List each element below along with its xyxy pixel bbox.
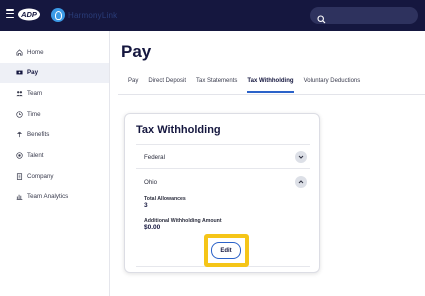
adp-logo: ADP [17, 8, 41, 21]
sidebar-item-benefits[interactable]: Benefits [0, 125, 109, 145]
total-allowances-value: 3 [144, 202, 148, 209]
clock-icon [15, 110, 24, 118]
sidebar-item-company[interactable]: Company [0, 166, 109, 186]
card-title: Tax Withholding [136, 124, 221, 136]
state-label: Ohio [144, 179, 158, 186]
brand-icon [51, 8, 65, 22]
talent-icon [15, 151, 24, 159]
sidebar-item-label: Talent [27, 151, 44, 159]
sidebar-item-team[interactable]: Team [0, 83, 109, 103]
menu-icon[interactable] [6, 9, 15, 19]
sidebar-item-label: Team [27, 89, 43, 97]
tab-voluntary-deductions[interactable]: Voluntary Deductions [304, 76, 361, 95]
edit-button[interactable]: Edit [211, 242, 241, 259]
additional-withholding-value: $0.00 [144, 224, 161, 231]
page-title: Pay [121, 42, 152, 61]
top-bar: ADP HarmonyLink [0, 0, 425, 31]
team-icon [15, 89, 24, 97]
sidebar-item-label: Team Analytics [27, 193, 69, 201]
collapse-state-button[interactable] [295, 176, 307, 188]
chevron-up-icon [298, 180, 304, 184]
tab-bar: Pay Direct Deposit Tax Statements Tax Wi… [128, 76, 370, 95]
sidebar-item-label: Home [27, 48, 44, 56]
brand-name: HarmonyLink [68, 11, 118, 20]
pay-icon [15, 69, 24, 77]
tab-tax-statements[interactable]: Tax Statements [196, 76, 237, 95]
chevron-down-icon [298, 155, 304, 159]
sidebar-item-home[interactable]: Home [0, 42, 109, 62]
tab-tax-withholding[interactable]: Tax Withholding [247, 76, 294, 95]
sidebar-item-label: Time [27, 110, 41, 118]
sidebar-item-talent[interactable]: Talent [0, 145, 109, 165]
sidebar: Home Pay Team Time Benefits Talent Compa… [0, 31, 110, 296]
divider [136, 144, 310, 145]
sidebar-item-label: Company [27, 172, 54, 180]
search-icon [317, 11, 326, 24]
sidebar-item-label: Benefits [27, 131, 50, 139]
svg-text:ADP: ADP [20, 10, 38, 19]
search-box[interactable] [310, 7, 418, 24]
sidebar-item-label: Pay [27, 69, 39, 77]
divider [136, 168, 310, 169]
company-icon [15, 172, 24, 180]
total-allowances-label: Total Allowances [144, 196, 186, 202]
federal-label: Federal [144, 154, 165, 161]
tab-pay[interactable]: Pay [128, 76, 138, 95]
benefits-icon [15, 131, 24, 139]
tab-direct-deposit[interactable]: Direct Deposit [148, 76, 186, 95]
expand-federal-button[interactable] [295, 151, 307, 163]
home-icon [15, 48, 24, 56]
sidebar-item-pay[interactable]: Pay [0, 62, 109, 83]
analytics-icon [15, 193, 24, 201]
sidebar-item-team-analytics[interactable]: Team Analytics [0, 187, 109, 207]
search-input[interactable] [328, 9, 412, 22]
tabs-divider [118, 94, 425, 95]
sidebar-item-time[interactable]: Time [0, 104, 109, 124]
